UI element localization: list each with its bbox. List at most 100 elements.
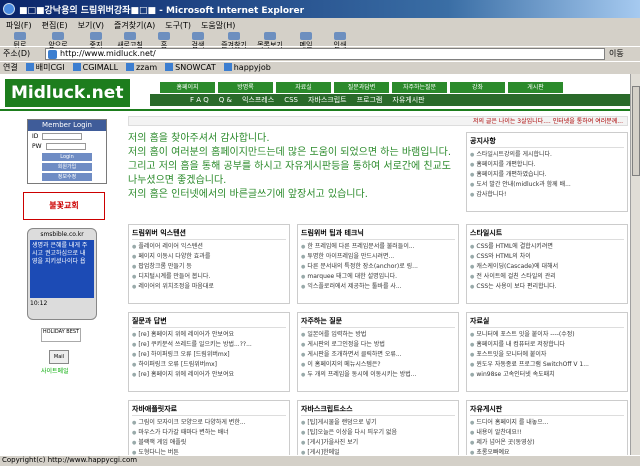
nav-item[interactable]: 질문과답변 <box>334 82 389 93</box>
menu-tools[interactable]: 도구(T) <box>165 20 191 31</box>
menu-favorites[interactable]: 즐겨찾기(A) <box>114 20 155 31</box>
box-title[interactable]: 자주하는 질문 <box>301 316 455 328</box>
box-item[interactable]: 제가 넘어온 곳(동영상) <box>470 438 624 448</box>
sms-bible-widget[interactable]: smsbible.co.kr 생명과 은혜를 내게 주시고 권고하심으로 내 영… <box>27 228 97 320</box>
link-item[interactable]: CGIMALL <box>73 63 118 72</box>
subnav-item[interactable]: 프로그램 <box>357 95 383 105</box>
box-item[interactable]: [re] 쿠키분석 쓰레드를 일으키는 방법...??... <box>132 340 286 350</box>
box-item[interactable]: 전 사이트에 걸친 스타일의 관리 <box>470 272 624 282</box>
church-banner[interactable]: 불꽃교회 <box>23 192 105 220</box>
box-item[interactable]: [게시]가을사진 보기 <box>301 438 455 448</box>
box-title[interactable]: 질문과 답변 <box>132 316 286 328</box>
box-item[interactable]: 블랙잭 게임 애플릿 <box>132 438 286 448</box>
box-item[interactable]: [re] 홈페이지 위에 레이어가 안보여요 <box>132 370 286 380</box>
box-item[interactable]: 모니터에 포스트 잇을 붙이자 ----(수정) <box>470 330 624 340</box>
box-item[interactable]: 이 홈페이지의 메뉴시스템은? <box>301 360 455 370</box>
join-button[interactable]: 회원가입 <box>42 163 92 171</box>
box-item[interactable]: 다른 문서내의 특정한 장소(anchor)로 링... <box>301 262 455 272</box>
menu-edit[interactable]: 편집(E) <box>42 20 68 31</box>
box-item[interactable]: 윈도우 자동종료 프로그램 SwitchOff V 1... <box>470 360 624 370</box>
box-item[interactable]: 투명한 아이프레임을 만드시려면... <box>301 252 455 262</box>
login-button[interactable]: Login <box>42 153 92 161</box>
stop-button[interactable]: 중지 <box>78 32 114 49</box>
box-item[interactable]: 플레이어 레이어 익스텐션 <box>132 242 286 252</box>
box-title[interactable]: 자바애플릿자료 <box>132 404 286 416</box>
box-item[interactable]: 한 프레임에 다른 프레임문서를 불러들이... <box>301 242 455 252</box>
box-item[interactable]: CSS를 HTML에 결합시키려면 <box>470 242 624 252</box>
box-item[interactable]: [게시]한메일 <box>301 448 455 455</box>
box-title[interactable]: 자료실 <box>470 316 624 328</box>
menu-file[interactable]: 파일(F) <box>6 20 32 31</box>
box-title[interactable]: 스타일시트 <box>470 228 624 240</box>
nav-item[interactable]: 자료실 <box>276 82 331 93</box>
box-item[interactable]: 포스트잇을 모니터에 붙이자 <box>470 350 624 360</box>
address-input[interactable]: http://www.midluck.net/ <box>45 47 605 60</box>
id-input[interactable] <box>42 132 83 140</box>
box-item[interactable]: 하이퍼링크 오류 [드림위버mx] <box>132 360 286 370</box>
box-item[interactable]: 디지털시계를 만들어 봅니다. <box>132 272 286 282</box>
password-input[interactable] <box>45 142 86 150</box>
box-item[interactable]: 게시판의 로그인정을 다는 방법 <box>301 340 455 350</box>
box-item[interactable]: 드디어 홈페이지 를 내놓으... <box>470 418 624 428</box>
box-item[interactable]: 익스플로러에서 제공하는 툴바를 사... <box>301 282 455 292</box>
print-button[interactable]: 인쇄 <box>322 32 358 49</box>
refresh-button[interactable]: 새로고침 <box>112 32 148 49</box>
box-title[interactable]: 드림위버 익스텐션 <box>132 228 286 240</box>
box-item[interactable]: [re] 하이퍼링크 오류 [드림위버mx] <box>132 350 286 360</box>
box-item[interactable]: 레이어의 위치조정을 마음대로 <box>132 282 286 292</box>
mail-text[interactable]: 사이트메일 <box>41 366 125 375</box>
box-item[interactable]: 일본어를 입력하는 방법 <box>301 330 455 340</box>
subnav-item[interactable]: CSS <box>284 96 298 104</box>
go-button[interactable]: 이동 <box>609 48 624 59</box>
mail-button[interactable]: 메일 <box>288 32 324 49</box>
box-item[interactable]: 게시판을 조개하면서 클릭하면 오류... <box>301 350 455 360</box>
search-button[interactable]: 검색 <box>180 32 216 49</box>
favorites-button[interactable]: 즐겨찾기 <box>216 32 252 49</box>
subnav-item[interactable]: 자유게시판 <box>392 95 424 105</box>
home-button[interactable]: 홈 <box>146 32 182 49</box>
box-item[interactable]: win98se 고속인터넷 속도패치 <box>470 370 624 380</box>
box-item[interactable]: 내용이 알찬데요!! <box>470 428 624 438</box>
box-item[interactable]: 그림이 모자이크 모양으로 다양하게 변한... <box>132 418 286 428</box>
notice-item[interactable]: 감사합니다! <box>470 190 624 200</box>
box-item[interactable]: 마우스가 다가갈 때마다 변하는 배너 <box>132 428 286 438</box>
subnav-item[interactable]: 익스프레스 <box>242 95 274 105</box>
box-item[interactable]: 두 개의 프레임을 동시에 이동시키는 방법... <box>301 370 455 380</box>
box-title[interactable]: 자유게시판 <box>470 404 624 416</box>
subnav-item[interactable]: F A Q <box>190 96 209 104</box>
box-item[interactable]: marquee 태그에 대한 설명입니다. <box>301 272 455 282</box>
nav-item[interactable]: 홈페이지 <box>160 82 215 93</box>
nav-item[interactable]: 방명록 <box>218 82 273 93</box>
box-item[interactable]: 팝업창크롬 만들기 등 <box>132 262 286 272</box>
link-item[interactable]: 배미CGI <box>26 62 65 73</box>
notice-item[interactable]: 스타일시트강의를 게시합니다. <box>470 150 624 160</box>
back-button[interactable]: 뒤로 <box>2 32 38 49</box>
box-item[interactable]: [re] 홈페이지 위에 레이어가 안보여요 <box>132 330 286 340</box>
notice-item[interactable]: 도서 발간 안내(midluck과 함께 배... <box>470 180 624 190</box>
holiday-badge[interactable]: HOLIDAY BEST <box>41 328 81 342</box>
box-item[interactable]: 캐스케이딩(Cascade)에 대해서 <box>470 262 624 272</box>
box-item[interactable]: CSS와 HTML의 차이 <box>470 252 624 262</box>
edit-info-button[interactable]: 정보수정 <box>42 173 92 181</box>
subnav-item[interactable]: 자바스크립트 <box>308 95 347 105</box>
link-item[interactable]: zzam <box>126 63 157 72</box>
box-item[interactable]: [팁]게시물을 랜덤으로 넣기 <box>301 418 455 428</box>
notice-item[interactable]: 홈페이지를 개편하였습니다. <box>470 170 624 180</box>
box-item[interactable]: 도형다니는 버튼 <box>132 448 286 455</box>
site-logo[interactable]: Midluck.net <box>5 79 130 107</box>
history-button[interactable]: 목록보기 <box>252 32 288 49</box>
subnav-item[interactable]: Q & <box>219 96 232 104</box>
forward-button[interactable]: 앞으로 <box>40 32 76 49</box>
box-item[interactable]: 초롱오빠예요 <box>470 448 624 455</box>
nav-item[interactable]: 강좌 <box>450 82 505 93</box>
box-item[interactable]: 홈페이지를 내 컴퓨터로 저장합니다 <box>470 340 624 350</box>
menu-view[interactable]: 보기(V) <box>78 20 104 31</box>
box-title[interactable]: 드림위버 팁과 테크닉 <box>301 228 455 240</box>
vertical-scrollbar[interactable] <box>630 74 640 455</box>
box-item[interactable]: 페이지 이동시 다양한 효과를 <box>132 252 286 262</box>
menu-help[interactable]: 도움말(H) <box>201 20 235 31</box>
notice-item[interactable]: 홈페이지를 개편합니다. <box>470 160 624 170</box>
box-item[interactable]: [팁]오늘은 이상을 다시 띄우기 없음 <box>301 428 455 438</box>
notice-title[interactable]: 공지사항 <box>470 136 624 148</box>
nav-item[interactable]: 자주하는질문 <box>392 82 447 93</box>
